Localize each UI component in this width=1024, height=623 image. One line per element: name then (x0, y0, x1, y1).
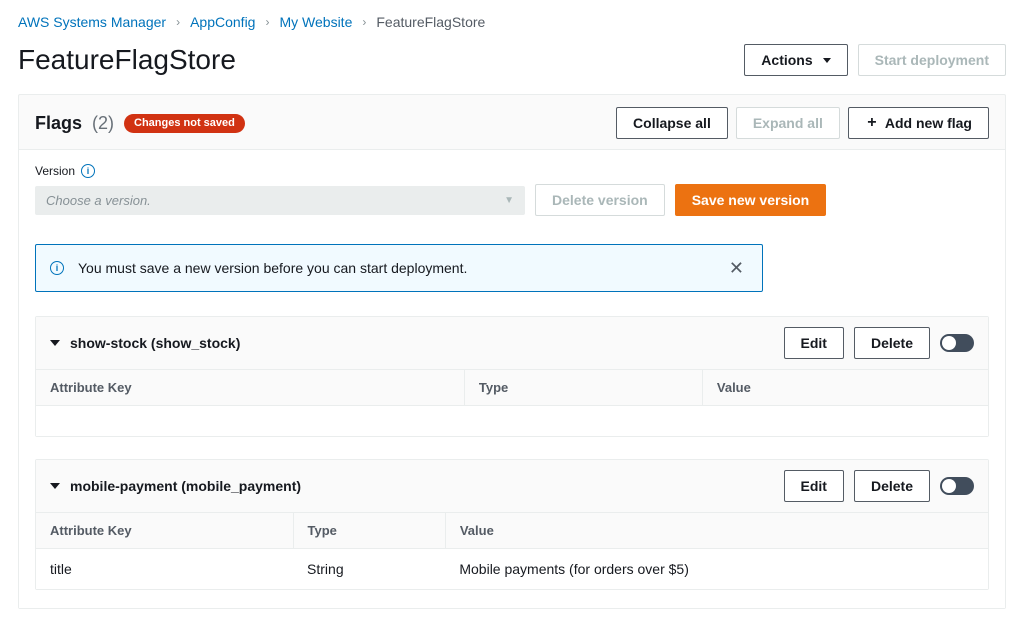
page-title: FeatureFlagStore (18, 44, 236, 76)
flags-panel-body: Version i Choose a version. ▼ Delete ver… (19, 149, 1005, 608)
chevron-right-icon: › (265, 15, 269, 29)
breadcrumb-link[interactable]: My Website (279, 14, 352, 30)
col-attribute-key: Attribute Key (36, 370, 464, 406)
version-placeholder: Choose a version. (46, 193, 151, 208)
save-new-version-button[interactable]: Save new version (675, 184, 827, 216)
attr-type: String (293, 548, 445, 589)
edit-flag-button[interactable]: Edit (784, 470, 844, 502)
chevron-down-icon (50, 483, 60, 489)
flags-panel-header: Flags (2) Changes not saved Collapse all… (19, 95, 1005, 149)
chevron-right-icon: › (176, 15, 180, 29)
save-version-alert: i You must save a new version before you… (35, 244, 763, 292)
col-value: Value (445, 512, 988, 548)
breadcrumb-link[interactable]: AppConfig (190, 14, 255, 30)
flags-count: (2) (92, 113, 114, 134)
col-value: Value (702, 370, 988, 406)
info-icon[interactable]: i (81, 164, 95, 178)
col-type: Type (293, 512, 445, 548)
col-type: Type (464, 370, 702, 406)
flag-enabled-toggle[interactable] (940, 334, 974, 352)
delete-version-button: Delete version (535, 184, 665, 216)
chevron-down-icon (823, 58, 831, 63)
page-header: FeatureFlagStore Actions Start deploymen… (18, 44, 1006, 76)
start-deployment-label: Start deployment (875, 50, 989, 70)
flags-heading: Flags (2) Changes not saved (35, 113, 245, 134)
version-label-row: Version i (35, 164, 989, 178)
flag-header: mobile-payment (mobile_payment) Edit Del… (36, 460, 988, 512)
actions-dropdown[interactable]: Actions (744, 44, 847, 76)
flag-name: show-stock (show_stock) (70, 335, 240, 351)
table-row: title String Mobile payments (for orders… (36, 548, 988, 589)
breadcrumb-link[interactable]: AWS Systems Manager (18, 14, 166, 30)
plus-icon: + (865, 116, 879, 130)
flag-card: show-stock (show_stock) Edit Delete Attr… (35, 316, 989, 437)
empty-row (36, 406, 988, 436)
collapse-all-button[interactable]: Collapse all (616, 107, 728, 139)
info-icon: i (50, 261, 64, 275)
flags-panel-actions: Collapse all Expand all + Add new flag (616, 107, 989, 139)
version-label: Version (35, 164, 75, 178)
breadcrumb: AWS Systems Manager › AppConfig › My Web… (18, 14, 1006, 30)
flags-panel: Flags (2) Changes not saved Collapse all… (18, 94, 1006, 609)
version-row: Choose a version. ▼ Delete version Save … (35, 184, 989, 216)
chevron-right-icon: › (362, 15, 366, 29)
delete-flag-button[interactable]: Delete (854, 470, 930, 502)
add-new-flag-button[interactable]: + Add new flag (848, 107, 989, 139)
start-deployment-button: Start deployment (858, 44, 1006, 76)
breadcrumb-current: FeatureFlagStore (376, 14, 485, 30)
delete-flag-button[interactable]: Delete (854, 327, 930, 359)
actions-label: Actions (761, 50, 812, 70)
flag-toggle-expand[interactable]: mobile-payment (mobile_payment) (50, 478, 301, 494)
attributes-table: Attribute Key Type Value (36, 369, 988, 436)
flag-actions: Edit Delete (784, 327, 974, 359)
flags-title: Flags (35, 113, 82, 134)
close-icon[interactable]: ✕ (725, 257, 748, 279)
col-attribute-key: Attribute Key (36, 512, 293, 548)
expand-all-button: Expand all (736, 107, 840, 139)
changes-not-saved-badge: Changes not saved (124, 114, 245, 133)
chevron-down-icon: ▼ (504, 195, 514, 206)
flag-header: show-stock (show_stock) Edit Delete (36, 317, 988, 369)
flag-enabled-toggle[interactable] (940, 477, 974, 495)
chevron-down-icon (50, 340, 60, 346)
attr-value: Mobile payments (for orders over $5) (445, 548, 988, 589)
header-actions: Actions Start deployment (744, 44, 1006, 76)
alert-message: You must save a new version before you c… (78, 260, 711, 276)
edit-flag-button[interactable]: Edit (784, 327, 844, 359)
add-flag-label: Add new flag (885, 113, 972, 133)
version-select: Choose a version. ▼ (35, 186, 525, 215)
flag-toggle-expand[interactable]: show-stock (show_stock) (50, 335, 240, 351)
attr-key: title (36, 548, 293, 589)
flag-card: mobile-payment (mobile_payment) Edit Del… (35, 459, 989, 590)
flag-name: mobile-payment (mobile_payment) (70, 478, 301, 494)
attributes-table: Attribute Key Type Value title String Mo… (36, 512, 988, 589)
flag-actions: Edit Delete (784, 470, 974, 502)
